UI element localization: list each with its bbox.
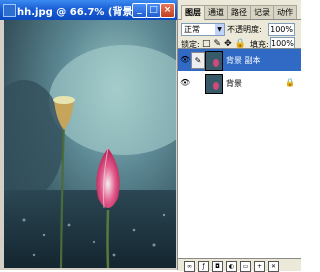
layer-row-background[interactable]: 👁 背景 🔒 [178, 72, 301, 94]
maximize-button[interactable]: □ [146, 3, 161, 18]
palette-tabs: 图层 通道 路径 记录 动作 [178, 5, 301, 20]
minimize-button[interactable]: _ [132, 3, 147, 18]
photoshop-doc-icon [3, 4, 16, 17]
eye-icon[interactable]: 👁 [180, 79, 190, 87]
adjustment-layer-icon[interactable]: ◐ [226, 261, 237, 272]
chevron-down-icon: ▼ [215, 24, 224, 35]
layers-palette: 图层 通道 路径 记录 动作 正常 ▼ 不透明度: 100% 锁定: □✎✥🔒 … [177, 0, 301, 272]
link-layers-icon[interactable]: ∞ [184, 261, 195, 272]
layer-name: 背景 [226, 79, 242, 88]
trash-icon[interactable]: ✕ [268, 261, 279, 272]
layer-style-icon[interactable]: ƒ [198, 261, 209, 272]
layer-row-background-copy[interactable]: 👁 ✎ 背景 副本 [178, 49, 301, 71]
eye-icon[interactable]: 👁 [180, 56, 190, 64]
document-title: hh.jpg @ 66.7% (背景 ... [17, 7, 135, 18]
tab-channels[interactable]: 通道 [204, 5, 228, 19]
close-button[interactable]: × [160, 3, 175, 18]
lotus-photo [4, 20, 176, 268]
fill-value: 100% [271, 39, 294, 48]
layers-list: 👁 ✎ 背景 副本 👁 背景 🔒 [178, 48, 301, 259]
document-titlebar[interactable]: hh.jpg @ 66.7% (背景 ... _ □ × [0, 0, 177, 20]
layer-thumbnail [205, 74, 223, 94]
brush-icon[interactable]: ✎ [191, 52, 205, 69]
opacity-label: 不透明度: [227, 25, 262, 34]
tab-history[interactable]: 记录 [250, 5, 274, 19]
tab-paths[interactable]: 路径 [227, 5, 251, 19]
image-canvas[interactable] [4, 20, 176, 268]
tab-actions[interactable]: 动作 [273, 5, 297, 19]
new-layer-icon[interactable]: + [254, 261, 265, 272]
opacity-value: 100% [270, 25, 293, 34]
tab-layers[interactable]: 图层 [181, 5, 205, 20]
new-group-icon[interactable]: ▭ [240, 261, 251, 272]
lock-icon: 🔒 [285, 78, 295, 87]
blend-mode-value: 正常 [184, 25, 200, 34]
blend-mode-select[interactable]: 正常 ▼ [181, 23, 225, 36]
document-window: hh.jpg @ 66.7% (背景 ... _ □ × [0, 0, 177, 270]
opacity-input[interactable]: 100% [268, 23, 295, 36]
layers-bottom-toolbar: ∞ ƒ ◘ ◐ ▭ + ✕ [178, 258, 301, 272]
layer-thumbnail [205, 51, 223, 71]
layer-name: 背景 副本 [226, 56, 261, 65]
layer-mask-icon[interactable]: ◘ [212, 261, 223, 272]
